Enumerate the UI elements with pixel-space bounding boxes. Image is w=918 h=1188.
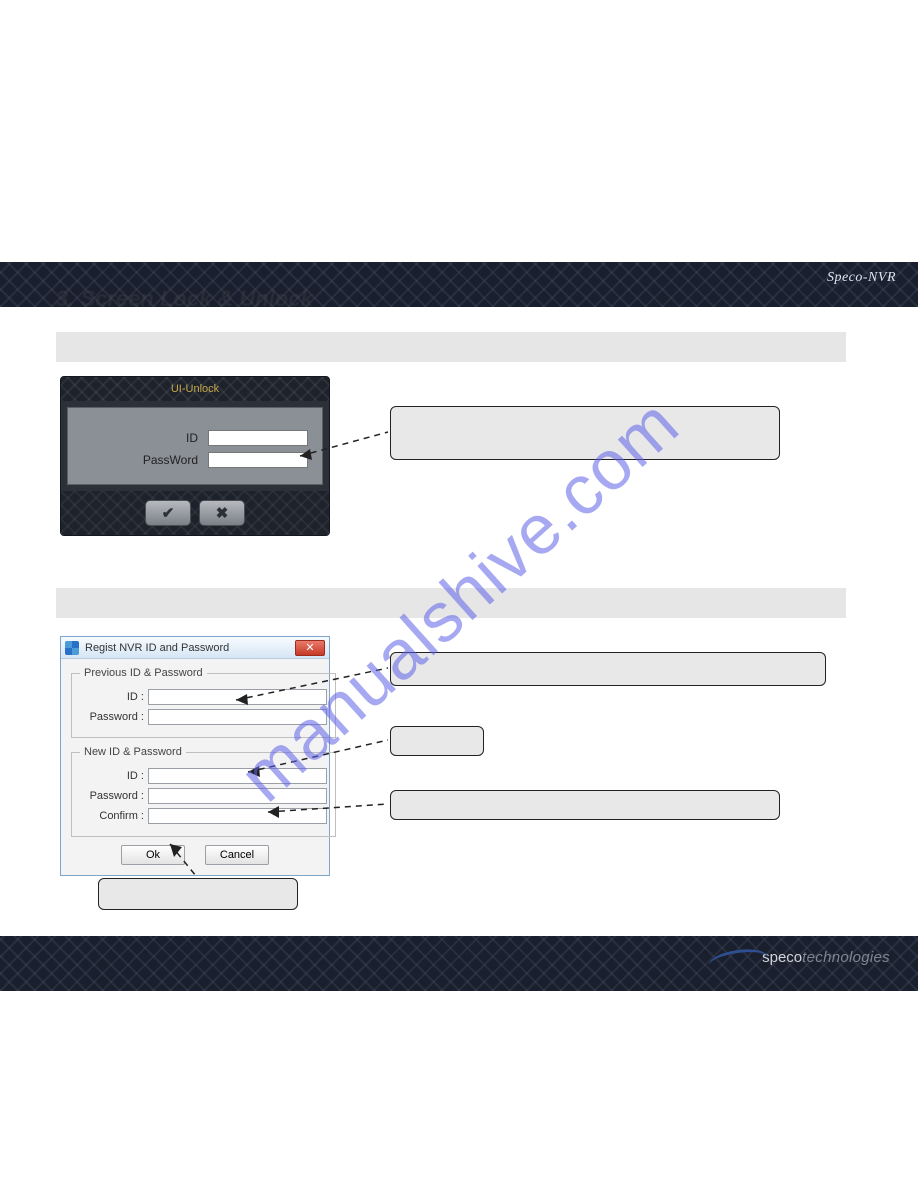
- prev-password-input[interactable]: [148, 709, 327, 725]
- new-password-label: Password :: [80, 790, 144, 802]
- ui-unlock-titlebar: UI-Unlock: [61, 377, 329, 401]
- close-icon: ✕: [305, 641, 314, 654]
- unlock-id-input[interactable]: [208, 430, 308, 446]
- close-icon: ✖: [216, 504, 229, 522]
- brand-label: Speco-NVR: [827, 270, 896, 286]
- regist-titlebar: Regist NVR ID and Password ✕: [61, 637, 329, 659]
- footer-logo: specotechnologies: [708, 948, 890, 966]
- section-band-2: [56, 588, 846, 618]
- new-id-input[interactable]: [148, 768, 327, 784]
- previous-group: Previous ID & Password ID : Password :: [71, 667, 336, 738]
- unlock-password-label: PassWord: [143, 453, 198, 467]
- new-password-input[interactable]: [148, 788, 327, 804]
- regist-title: Regist NVR ID and Password: [85, 642, 229, 654]
- new-group-label: New ID & Password: [80, 746, 186, 758]
- regist-close-button[interactable]: ✕: [295, 640, 325, 656]
- unlock-password-input[interactable]: [208, 452, 308, 468]
- callout-box-5: [98, 878, 298, 910]
- confirm-input[interactable]: [148, 808, 327, 824]
- unlock-ok-button[interactable]: ✔: [145, 500, 191, 526]
- new-group: New ID & Password ID : Password : Confir…: [71, 746, 336, 837]
- callout-box-2: [390, 652, 826, 686]
- check-icon: ✔: [162, 504, 175, 522]
- unlock-button-row: ✔ ✖: [61, 491, 329, 535]
- new-id-label: ID :: [80, 770, 144, 782]
- callout-box-3: [390, 726, 484, 756]
- app-icon: [65, 641, 79, 655]
- unlock-id-label: ID: [186, 431, 198, 445]
- regist-button-row: Ok Cancel: [71, 845, 319, 865]
- prev-id-label: ID :: [80, 691, 144, 703]
- ui-unlock-dialog: UI-Unlock ID PassWord ✔ ✖: [60, 376, 330, 536]
- regist-cancel-button[interactable]: Cancel: [205, 845, 269, 865]
- regist-ok-button[interactable]: Ok: [121, 845, 185, 865]
- prev-id-input[interactable]: [148, 689, 327, 705]
- page-title: 3. Screen Lock & Unlock: [56, 286, 313, 312]
- callout-box-1: [390, 406, 780, 460]
- ui-unlock-title: UI-Unlock: [171, 383, 219, 395]
- confirm-label: Confirm :: [80, 810, 144, 822]
- unlock-cancel-button[interactable]: ✖: [199, 500, 245, 526]
- regist-body: Previous ID & Password ID : Password : N…: [61, 659, 329, 875]
- section-band-1: [56, 332, 846, 362]
- prev-password-label: Password :: [80, 711, 144, 723]
- previous-group-label: Previous ID & Password: [80, 667, 207, 679]
- footer-bar: specotechnologies: [0, 936, 918, 991]
- logo-swoosh-icon: [707, 946, 768, 968]
- logo-light-text: technologies: [802, 949, 890, 966]
- ui-unlock-body: ID PassWord: [67, 407, 323, 485]
- callout-box-4: [390, 790, 780, 820]
- regist-dialog: Regist NVR ID and Password ✕ Previous ID…: [60, 636, 330, 876]
